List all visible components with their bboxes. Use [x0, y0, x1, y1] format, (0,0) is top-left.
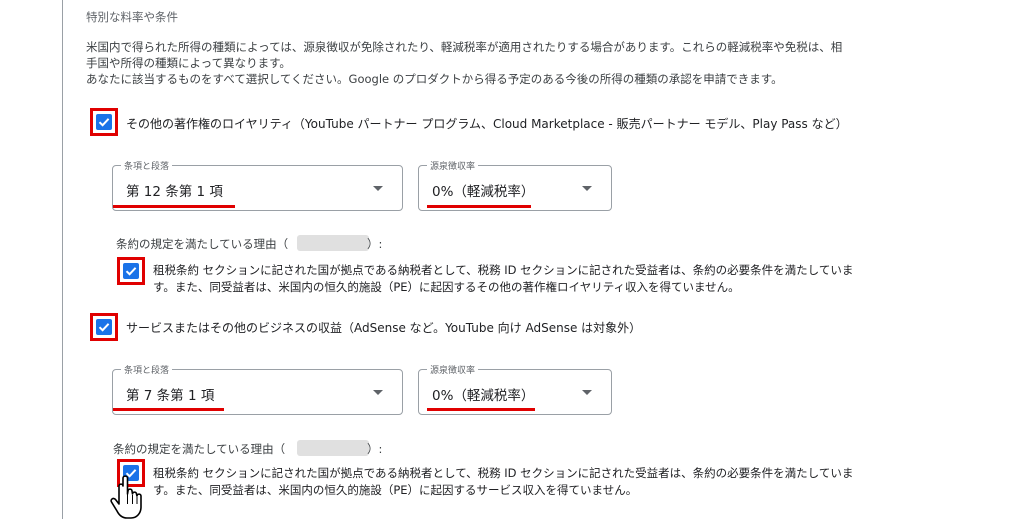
treaty-requirement-checkbox-1[interactable] [117, 257, 145, 285]
redacted-country [297, 440, 369, 456]
treaty-reason-label-prefix: 条約の規定を満たしている理由（ [113, 442, 286, 456]
article-paragraph-field-label: 条項と段落 [121, 363, 173, 376]
withholding-rate-field-label: 源泉徴収率 [427, 363, 479, 376]
checkbox-checked-icon [96, 114, 112, 130]
section-title: 特別な料率や条件 [86, 10, 178, 24]
treaty-statement-line2: す。また、同受益者は、米国内の恒久的施設（PE）に起因するその他の著作権ロイヤリ… [153, 280, 740, 294]
treaty-statement-line1: 租税条約 セクションに記された国が拠点である納税者として、税務 ID セクション… [153, 263, 854, 277]
dropdown-arrow-icon [373, 390, 383, 395]
treaty-reason-label-prefix: 条約の規定を満たしている理由（ [116, 237, 289, 251]
treaty-statement-line2: す。また、同受益者は、米国内の恒久的施設（PE）に起因するサービス収入を得ていま… [153, 483, 638, 497]
business-income-checkbox[interactable] [90, 313, 118, 341]
withholding-rate-value: 0%（軽減税率） [432, 388, 535, 404]
dropdown-arrow-icon [373, 186, 383, 191]
panel-left-border [62, 0, 63, 519]
checkbox-checked-icon [96, 319, 112, 335]
treaty-reason-label-suffix: ）: [367, 237, 383, 251]
withholding-rate-value: 0%（軽減税率） [432, 184, 535, 200]
section-description-line1: 米国内で得られた所得の種類によっては、源泉徴収が免除されたり、軽減税率が適用され… [86, 40, 843, 54]
royalty-income-label: その他の著作権のロイヤリティ（YouTube パートナー プログラム、Cloud… [126, 117, 848, 131]
highlight-underline [427, 205, 531, 208]
article-paragraph-value: 第 7 条第 1 項 [126, 388, 215, 404]
checkbox-checked-icon [123, 263, 139, 279]
highlight-underline [427, 408, 535, 411]
highlight-underline [113, 408, 224, 411]
dropdown-arrow-icon [582, 186, 592, 191]
hand-pointer-icon [108, 474, 150, 519]
royalty-income-checkbox[interactable] [90, 108, 118, 136]
redacted-country [297, 235, 369, 251]
section-description-line2: 手国や所得の種類によって異なります。 [86, 56, 291, 70]
article-paragraph-value: 第 12 条第 1 項 [126, 184, 223, 200]
dropdown-arrow-icon [582, 390, 592, 395]
highlight-underline [113, 205, 235, 208]
section-description-line3: あなたに該当するものをすべて選択してください。Google のプロダクトから得る… [86, 72, 783, 86]
treaty-statement-line1: 租税条約 セクションに記された国が拠点である納税者として、税務 ID セクション… [153, 466, 854, 480]
business-income-label: サービスまたはその他のビジネスの収益（AdSense など。YouTube 向け… [126, 321, 642, 335]
withholding-rate-field-label: 源泉徴収率 [427, 159, 479, 172]
treaty-reason-label-suffix: ）: [367, 442, 383, 456]
article-paragraph-field-label: 条項と段落 [121, 159, 173, 172]
